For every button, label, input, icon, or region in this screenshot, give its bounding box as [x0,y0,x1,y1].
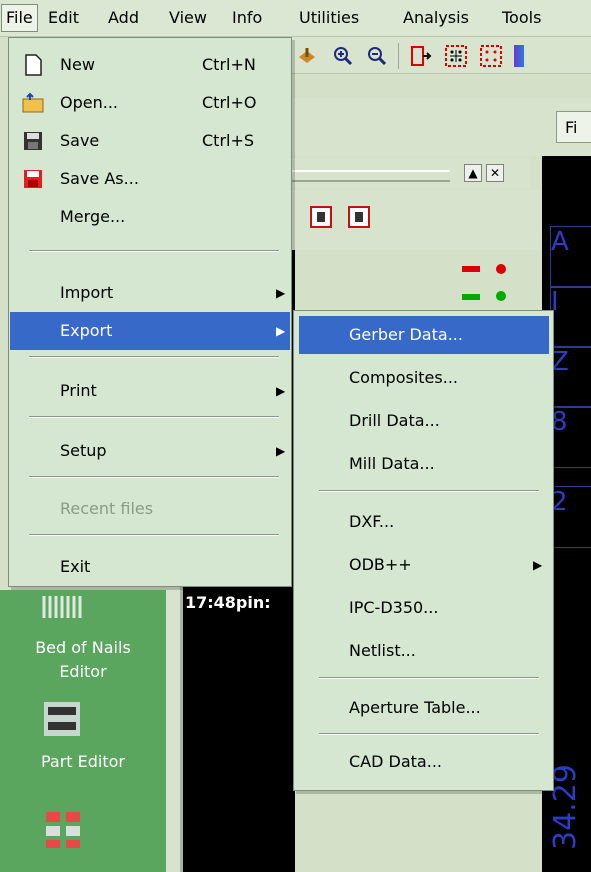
timestamp-text: 17:48pin: [185,593,271,612]
pad-editor-icon[interactable] [44,810,84,850]
menu-item-recent-files: Recent files [60,499,154,518]
status-red-dot [496,264,506,274]
grid-cell: 2 [550,486,591,548]
panel-close-button[interactable]: ✕ [486,164,504,182]
menu-item-save-as[interactable]: Save As... [10,160,290,198]
submenu-item-aperture-table[interactable]: Aperture Table... [299,689,549,727]
submenu-arrow-icon: ▶ [276,444,286,458]
save-as-icon [24,170,42,188]
menu-item-exit[interactable]: Exit [10,548,290,586]
submenu-item-dxf[interactable]: DXF... [299,503,549,541]
submenu-item-ipc-d350[interactable]: IPC-D350... [299,589,549,627]
submenu-arrow-icon: ▶ [276,324,286,338]
menu-item-new[interactable]: New Ctrl+N [10,46,290,84]
export-submenu: Gerber Data... Composites... Drill Data.… [293,310,554,791]
menubar-analysis[interactable]: Analysis [403,8,469,27]
submenu-item-cad-data[interactable]: CAD Data... [299,743,549,781]
menu-item-import[interactable]: Import ▶ [10,274,290,312]
menu-item-export[interactable]: Export ▶ [10,312,290,350]
sidebar-gutter [166,590,180,872]
layer-icon[interactable] [296,45,318,67]
menu-item-setup[interactable]: Setup ▶ [10,432,290,470]
submenu-separator [319,733,539,735]
submenu-arrow-icon: ▶ [276,286,286,300]
panel-drag-grip[interactable] [290,170,450,182]
fi-button[interactable]: Fi [556,111,591,143]
menu-separator [29,476,279,478]
menubar-info[interactable]: Info [232,8,262,27]
bed-of-nails-icon[interactable] [40,596,84,624]
submenu-item-drill[interactable]: Drill Data... [299,402,549,440]
tool-sidebar: Bed of Nails Editor Part Editor [0,590,166,872]
part-editor-label: Part Editor [40,752,126,771]
submenu-item-mill[interactable]: Mill Data... [299,445,549,483]
menu-separator [29,534,279,536]
menu-separator [29,356,279,358]
zoom-out-icon[interactable] [366,45,388,67]
status-red-dash [462,266,480,272]
status-green-dot [496,291,506,301]
menu-item-open[interactable]: Open... Ctrl+O [10,84,290,122]
open-folder-icon [22,92,44,113]
menubar-add[interactable]: Add [108,8,139,27]
menubar-view[interactable]: View [169,8,207,27]
menubar-utilities[interactable]: Utilities [299,8,359,27]
submenu-separator [319,677,539,679]
menubar-tools[interactable]: Tools [502,8,541,27]
submenu-arrow-icon: ▶ [533,558,543,572]
grid-dots-icon[interactable] [445,45,467,67]
menu-item-merge[interactable]: Merge... [10,198,290,236]
submenu-item-composites[interactable]: Composites... [299,359,549,397]
zoom-in-icon[interactable] [332,45,354,67]
toolbar-divider [398,43,399,69]
grid-cell: I [550,286,591,348]
submenu-item-odb[interactable]: ODB++ ▶ [299,546,549,584]
component-select-icon[interactable] [348,206,370,228]
part-editor-icon[interactable] [42,700,82,738]
color-swatch-icon[interactable] [514,45,524,67]
menu-bar: File Edit Add View Info Utilities Analys… [0,0,591,37]
red-grid-icon[interactable] [480,45,502,67]
grid-cell: 8 [550,406,591,468]
pin-red-icon[interactable] [410,45,432,67]
menu-separator [29,250,279,252]
toolbar [290,37,591,74]
save-floppy-icon [24,132,42,150]
grid-cell: Z [550,346,591,408]
bed-of-nails-editor-label: Editor [59,662,107,681]
menu-item-print[interactable]: Print ▶ [10,372,290,410]
submenu-arrow-icon: ▶ [276,384,286,398]
submenu-item-gerber[interactable]: Gerber Data... [299,316,549,354]
new-document-icon [25,54,42,76]
status-green-dash [462,294,480,300]
menu-separator [29,416,279,418]
secondary-toolbar [290,98,591,156]
component-icon[interactable] [310,206,332,228]
menubar-edit[interactable]: Edit [48,8,79,27]
menubar-file[interactable]: File [1,4,38,32]
submenu-item-netlist[interactable]: Netlist... [299,632,549,670]
submenu-separator [319,490,539,492]
panel-up-button[interactable]: ▲ [464,164,482,182]
grid-cell: A [550,226,591,288]
menu-item-save[interactable]: Save Ctrl+S [10,122,290,160]
bed-of-nails-label: Bed of Nails [35,638,131,657]
file-menu: New Ctrl+N Open... Ctrl+O Save Ctrl+S Sa… [8,37,292,587]
